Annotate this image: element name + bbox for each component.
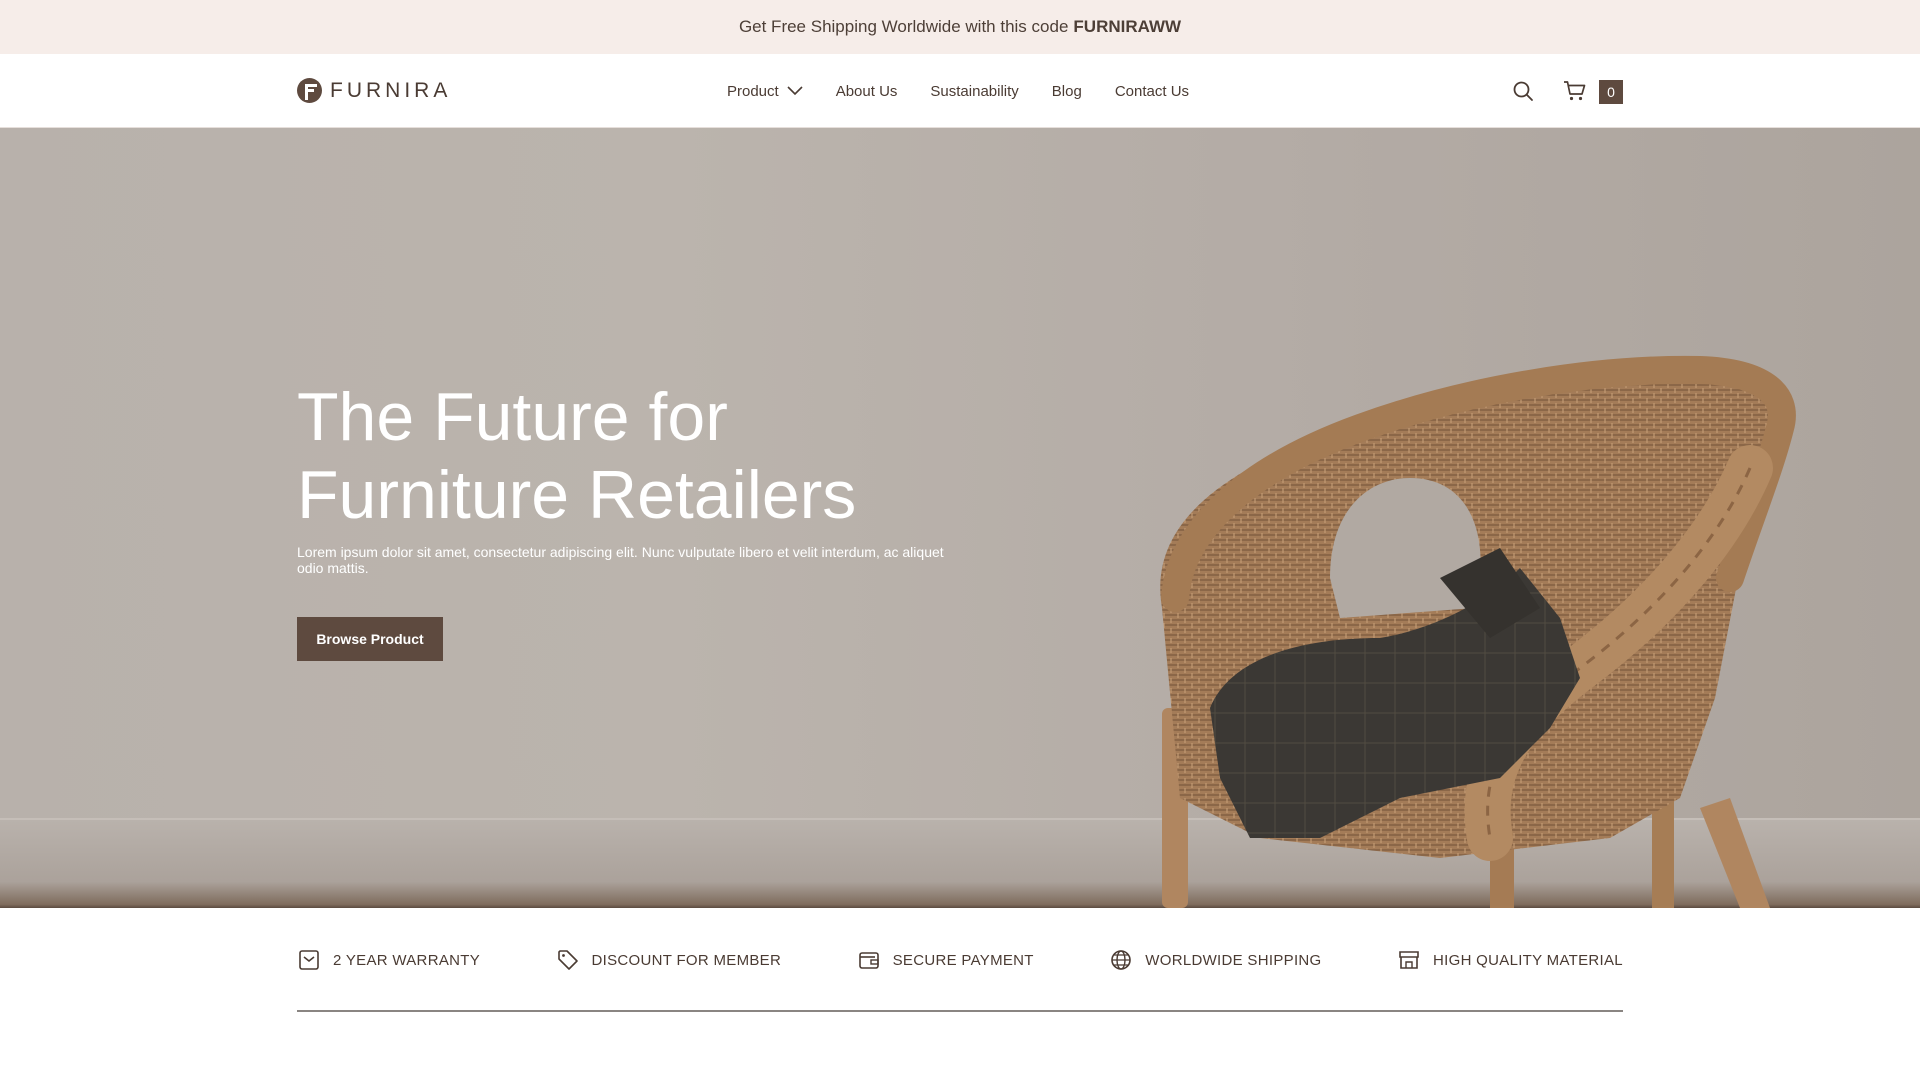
feature-label: DISCOUNT FOR MEMBER <box>591 951 782 969</box>
section-divider <box>297 1010 1623 1012</box>
search-icon <box>1513 81 1533 101</box>
feature-label: 2 YEAR WARRANTY <box>333 951 481 969</box>
feature-label: HIGH QUALITY MATERIAL <box>1433 951 1623 969</box>
feature-warranty: 2 YEAR WARRANTY <box>297 948 480 972</box>
globe-icon <box>1111 950 1132 970</box>
search-button[interactable] <box>1512 80 1534 102</box>
cart-button[interactable] <box>1563 79 1587 103</box>
nav-item-label: Blog <box>1051 82 1082 100</box>
hero-title-line-2: Furniture Retailers <box>297 457 857 533</box>
nav-item-about-us[interactable]: About Us <box>836 83 898 100</box>
nav-item-label: Sustainability <box>930 82 1019 100</box>
announcement-bar: Get Free Shipping Worldwide with this co… <box>0 0 1920 54</box>
features-strip: 2 YEAR WARRANTY DISCOUNT FOR MEMBER SECU… <box>297 945 1623 975</box>
nav-item-product[interactable]: Product <box>727 83 803 100</box>
tag-icon <box>557 950 578 970</box>
logo-icon <box>297 78 322 103</box>
wallet-icon <box>858 952 879 969</box>
announcement-text: Get Free Shipping Worldwide with this co… <box>738 17 1069 36</box>
nav-item-label: Product <box>727 82 779 100</box>
nav-item-contact-us[interactable]: Contact Us <box>1115 83 1189 100</box>
feature-label: WORLDWIDE SHIPPING <box>1145 951 1322 969</box>
feature-worldwide-shipping: WORLDWIDE SHIPPING <box>1109 948 1321 972</box>
chevron-down-icon <box>787 86 803 96</box>
nav-item-blog[interactable]: Blog <box>1052 83 1082 100</box>
feature-discount: DISCOUNT FOR MEMBER <box>556 948 782 972</box>
nav-item-label: About Us <box>835 82 898 100</box>
site-header: FURNIRA Product About Us Sustainability … <box>0 54 1920 128</box>
hero-title: The Future for Furniture Retailers <box>297 378 1097 534</box>
feature-secure-payment: SECURE PAYMENT <box>857 948 1034 972</box>
main-nav: Product About Us Sustainability Blog Con… <box>727 54 1189 128</box>
cart-icon <box>1564 81 1586 101</box>
browse-product-button[interactable]: Browse Product <box>297 617 443 661</box>
hero-section: The Future for Furniture Retailers Lorem… <box>0 128 1920 908</box>
hero-subtitle: Lorem ipsum dolor sit amet, consectetur … <box>297 544 944 576</box>
nav-item-sustainability[interactable]: Sustainability <box>930 83 1018 100</box>
promo-code: FURNIRAWW <box>1073 17 1182 36</box>
logo[interactable]: FURNIRA <box>297 78 451 103</box>
wicker-chair-image <box>1160 355 1796 908</box>
cart-count-badge[interactable]: 0 <box>1599 80 1623 104</box>
feature-label: SECURE PAYMENT <box>892 951 1034 969</box>
warranty-icon <box>299 950 319 970</box>
feature-high-quality: HIGH QUALITY MATERIAL <box>1397 948 1623 972</box>
store-icon <box>1399 951 1419 969</box>
hero-title-line-1: The Future for <box>297 379 728 455</box>
logo-text: FURNIRA <box>330 78 452 102</box>
nav-item-label: Contact Us <box>1114 82 1190 100</box>
